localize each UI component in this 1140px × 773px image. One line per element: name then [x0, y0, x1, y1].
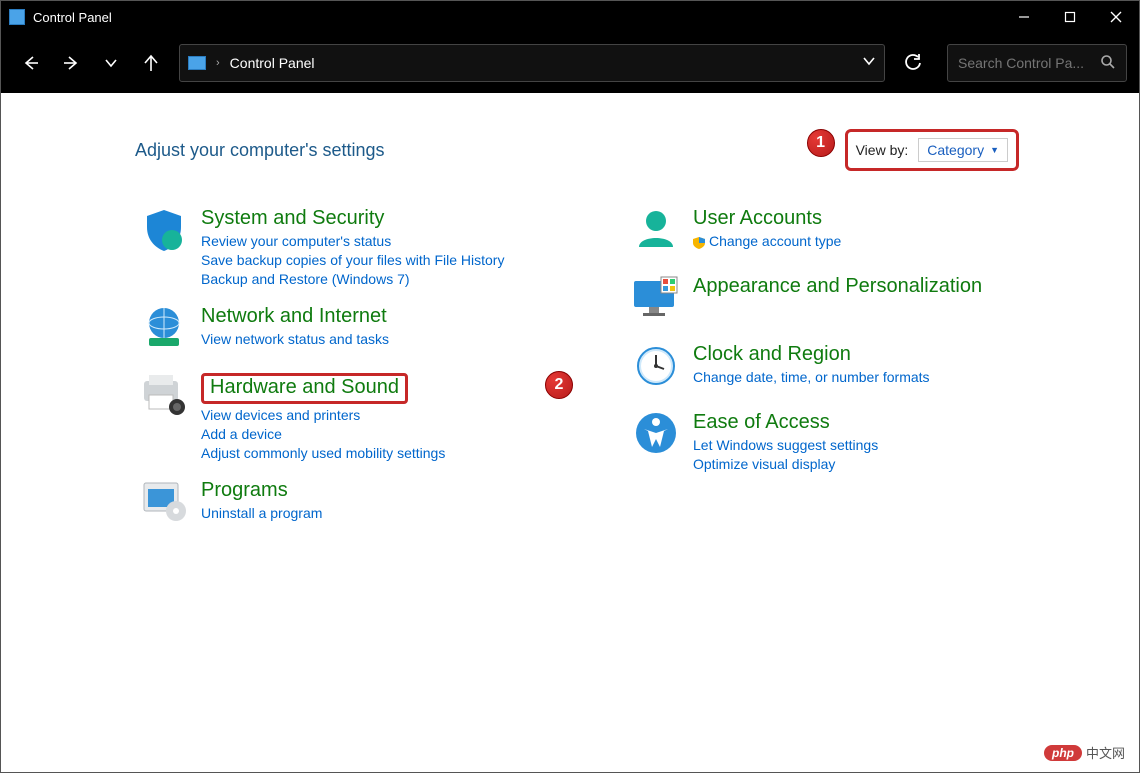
category-user-accounts: User Accounts Change account type — [627, 207, 1079, 257]
view-by-label: View by: — [856, 142, 909, 158]
link-clock-region[interactable]: Clock and Region — [693, 343, 851, 366]
globe-icon — [135, 305, 193, 355]
link-optimize-display[interactable]: Optimize visual display — [693, 456, 878, 472]
annotation-1: 1 — [807, 129, 835, 157]
programs-icon — [135, 479, 193, 529]
highlighted-hardware-title: Hardware and Sound — [201, 373, 408, 404]
watermark-text: 中文网 — [1086, 743, 1125, 762]
link-network-internet[interactable]: Network and Internet — [201, 305, 387, 328]
page-title: Adjust your computer's settings — [135, 140, 385, 161]
link-user-accounts[interactable]: User Accounts — [693, 207, 822, 230]
watermark-pill: php — [1044, 745, 1082, 761]
category-programs: Programs Uninstall a program — [135, 479, 587, 529]
search-input[interactable] — [958, 55, 1088, 71]
link-hardware-sound[interactable]: Hardware and Sound — [210, 376, 399, 399]
link-windows-suggest[interactable]: Let Windows suggest settings — [693, 437, 878, 453]
link-backup-restore[interactable]: Backup and Restore (Windows 7) — [201, 271, 504, 287]
view-by-dropdown[interactable]: Category ▼ — [918, 138, 1008, 162]
search-icon[interactable] — [1100, 54, 1116, 73]
link-ease-of-access[interactable]: Ease of Access — [693, 411, 830, 434]
up-button[interactable] — [133, 45, 169, 81]
category-network: Network and Internet View network status… — [135, 305, 587, 355]
window-title: Control Panel — [33, 10, 112, 25]
clock-icon — [627, 343, 685, 393]
link-devices-printers[interactable]: View devices and printers — [201, 407, 445, 423]
navbar: › Control Panel — [1, 33, 1139, 93]
forward-button[interactable] — [53, 45, 89, 81]
link-add-device[interactable]: Add a device — [201, 426, 445, 442]
link-uninstall[interactable]: Uninstall a program — [201, 505, 322, 521]
search-box[interactable] — [947, 44, 1127, 82]
category-clock-region: Clock and Region Change date, time, or n… — [627, 343, 1079, 393]
link-network-status[interactable]: View network status and tasks — [201, 331, 389, 347]
content-area: Adjust your computer's settings 1 View b… — [1, 93, 1139, 772]
breadcrumb[interactable]: Control Panel — [230, 55, 315, 71]
link-review-status[interactable]: Review your computer's status — [201, 233, 504, 249]
chevron-down-icon[interactable] — [862, 54, 876, 73]
close-button[interactable] — [1093, 1, 1139, 33]
link-file-history[interactable]: Save backup copies of your files with Fi… — [201, 252, 504, 268]
view-by-box: View by: Category ▼ — [845, 129, 1019, 171]
printer-icon — [135, 373, 193, 423]
shield-icon — [135, 207, 193, 257]
accessibility-icon — [627, 411, 685, 461]
address-icon — [188, 56, 206, 70]
titlebar: Control Panel — [1, 1, 1139, 33]
recent-dropdown[interactable] — [93, 45, 129, 81]
link-change-account-type[interactable]: Change account type — [693, 233, 841, 249]
caret-down-icon: ▼ — [990, 145, 999, 155]
control-panel-icon — [9, 9, 25, 25]
category-ease-of-access: Ease of Access Let Windows suggest setti… — [627, 411, 1079, 472]
link-appearance[interactable]: Appearance and Personalization — [693, 275, 982, 298]
category-appearance: Appearance and Personalization — [627, 275, 1079, 325]
uac-shield-icon — [693, 236, 705, 248]
link-system-security[interactable]: System and Security — [201, 207, 384, 230]
category-system-security: System and Security Review your computer… — [135, 207, 587, 287]
maximize-button[interactable] — [1047, 1, 1093, 33]
back-button[interactable] — [13, 45, 49, 81]
chevron-right-icon: › — [216, 57, 220, 69]
user-icon — [627, 207, 685, 257]
minimize-button[interactable] — [1001, 1, 1047, 33]
view-by-value: Category — [927, 142, 984, 158]
watermark: php 中文网 — [1044, 743, 1125, 762]
refresh-button[interactable] — [893, 44, 933, 82]
annotation-2: 2 — [545, 371, 573, 399]
monitor-icon — [627, 275, 685, 325]
link-mobility-settings[interactable]: Adjust commonly used mobility settings — [201, 445, 445, 461]
address-bar[interactable]: › Control Panel — [179, 44, 885, 82]
category-hardware-sound: Hardware and Sound 2 View devices and pr… — [135, 373, 587, 461]
link-programs[interactable]: Programs — [201, 479, 288, 502]
link-change-date[interactable]: Change date, time, or number formats — [693, 369, 930, 385]
